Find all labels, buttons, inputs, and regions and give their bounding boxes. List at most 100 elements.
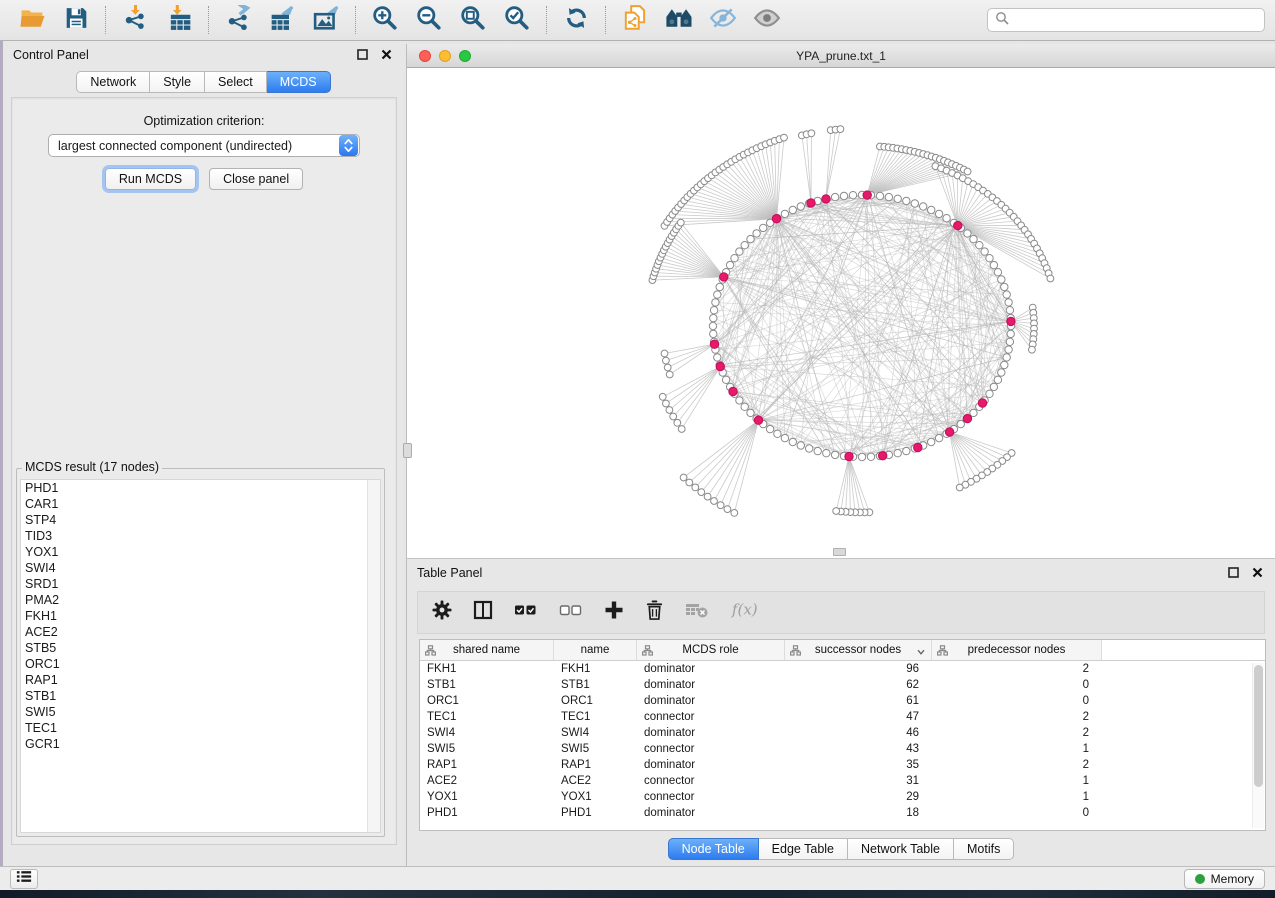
- table-row[interactable]: FKH1FKH1dominator962: [420, 661, 1265, 677]
- network-node[interactable]: [994, 376, 1001, 383]
- network-canvas[interactable]: [407, 68, 1275, 557]
- network-node[interactable]: [710, 307, 717, 314]
- tab-mcds[interactable]: MCDS: [267, 71, 331, 93]
- mcds-node[interactable]: [978, 399, 986, 407]
- mcds-node[interactable]: [754, 416, 762, 424]
- horizontal-split-handle[interactable]: [833, 548, 846, 556]
- table-row[interactable]: SWI4SWI4dominator462: [420, 725, 1265, 741]
- network-node[interactable]: [677, 219, 684, 226]
- result-node[interactable]: SWI4: [21, 560, 380, 576]
- network-node[interactable]: [920, 203, 927, 210]
- network-node[interactable]: [1006, 338, 1013, 345]
- result-node[interactable]: STP4: [21, 512, 380, 528]
- result-node[interactable]: ORC1: [21, 656, 380, 672]
- network-node[interactable]: [704, 493, 711, 500]
- mcds-node[interactable]: [822, 195, 830, 203]
- result-node[interactable]: PMA2: [21, 592, 380, 608]
- copy-style-button[interactable]: [613, 3, 657, 37]
- network-node[interactable]: [990, 261, 997, 268]
- network-node[interactable]: [724, 506, 731, 513]
- network-node[interactable]: [903, 197, 910, 204]
- network-node[interactable]: [970, 235, 977, 242]
- network-node[interactable]: [717, 502, 724, 509]
- add-column-button[interactable]: [604, 600, 624, 625]
- network-node[interactable]: [833, 508, 840, 515]
- mcds-node[interactable]: [807, 199, 815, 207]
- task-history-button[interactable]: [10, 869, 38, 889]
- network-node[interactable]: [741, 242, 748, 249]
- network-node[interactable]: [747, 235, 754, 242]
- search-input[interactable]: [1014, 13, 1257, 27]
- mcds-node[interactable]: [729, 387, 737, 395]
- function-builder-button[interactable]: f(x): [730, 599, 762, 626]
- network-node[interactable]: [663, 357, 670, 364]
- result-node[interactable]: ACE2: [21, 624, 380, 640]
- result-node[interactable]: STB1: [21, 688, 380, 704]
- import-network-button[interactable]: [113, 3, 157, 37]
- network-node[interactable]: [1001, 361, 1008, 368]
- column-header-shared-name[interactable]: shared name: [420, 640, 554, 660]
- network-node[interactable]: [781, 210, 788, 217]
- result-scrollbar[interactable]: [367, 480, 380, 832]
- table-scrollbar[interactable]: [1252, 663, 1264, 828]
- run-mcds-button[interactable]: Run MCDS: [105, 168, 196, 190]
- refresh-button[interactable]: [554, 3, 598, 37]
- network-node[interactable]: [680, 474, 687, 481]
- network-node[interactable]: [1029, 346, 1036, 353]
- network-node[interactable]: [797, 203, 804, 210]
- network-node[interactable]: [663, 400, 670, 407]
- network-node[interactable]: [789, 438, 796, 445]
- show-all-button[interactable]: [745, 3, 789, 37]
- tab-style[interactable]: Style: [150, 71, 205, 93]
- network-node[interactable]: [998, 276, 1005, 283]
- network-node[interactable]: [943, 215, 950, 222]
- network-node[interactable]: [1003, 291, 1010, 298]
- table-row[interactable]: ORC1ORC1dominator610: [420, 693, 1265, 709]
- export-network-button[interactable]: [216, 3, 260, 37]
- table-row[interactable]: SWI5SWI5connector431: [420, 741, 1265, 757]
- network-node[interactable]: [686, 479, 693, 486]
- network-node[interactable]: [935, 434, 942, 441]
- network-node[interactable]: [928, 206, 935, 213]
- table-row[interactable]: PHD1PHD1dominator180: [420, 805, 1265, 821]
- network-node[interactable]: [698, 489, 705, 496]
- network-node[interactable]: [731, 255, 738, 262]
- network-node[interactable]: [710, 330, 717, 337]
- network-node[interactable]: [797, 442, 804, 449]
- network-node[interactable]: [781, 434, 788, 441]
- network-node[interactable]: [1047, 275, 1054, 282]
- show-columns-button[interactable]: [473, 600, 493, 625]
- open-session-button[interactable]: [10, 3, 54, 37]
- mcds-node[interactable]: [963, 414, 971, 422]
- mcds-node[interactable]: [954, 221, 962, 229]
- network-node[interactable]: [957, 420, 964, 427]
- table-row[interactable]: YOX1YOX1connector291: [420, 789, 1265, 805]
- vertical-split-handle[interactable]: [403, 443, 412, 458]
- deselect-all-button[interactable]: [559, 600, 583, 625]
- network-node[interactable]: [814, 447, 821, 454]
- network-node[interactable]: [956, 484, 963, 491]
- result-node[interactable]: SRD1: [21, 576, 380, 592]
- mcds-node[interactable]: [710, 340, 718, 348]
- network-node[interactable]: [998, 369, 1005, 376]
- network-node[interactable]: [664, 364, 671, 371]
- result-node[interactable]: PHD1: [21, 480, 380, 496]
- network-node[interactable]: [789, 206, 796, 213]
- network-node[interactable]: [986, 390, 993, 397]
- network-node[interactable]: [806, 445, 813, 452]
- export-table-button[interactable]: [260, 3, 304, 37]
- close-panel-icon[interactable]: [1249, 565, 1265, 581]
- table-tab-edge-table[interactable]: Edge Table: [759, 838, 848, 860]
- delete-column-button[interactable]: [645, 600, 664, 626]
- table-row[interactable]: RAP1RAP1dominator352: [420, 757, 1265, 773]
- result-node[interactable]: SWI5: [21, 704, 380, 720]
- network-node[interactable]: [760, 224, 767, 231]
- network-node[interactable]: [741, 403, 748, 410]
- table-scroll-thumb[interactable]: [1254, 665, 1263, 787]
- network-node[interactable]: [666, 371, 673, 378]
- table-tab-network-table[interactable]: Network Table: [848, 838, 954, 860]
- network-node[interactable]: [831, 451, 838, 458]
- network-node[interactable]: [722, 376, 729, 383]
- network-node[interactable]: [837, 126, 844, 133]
- column-header-predecessor-nodes[interactable]: predecessor nodes: [932, 640, 1102, 660]
